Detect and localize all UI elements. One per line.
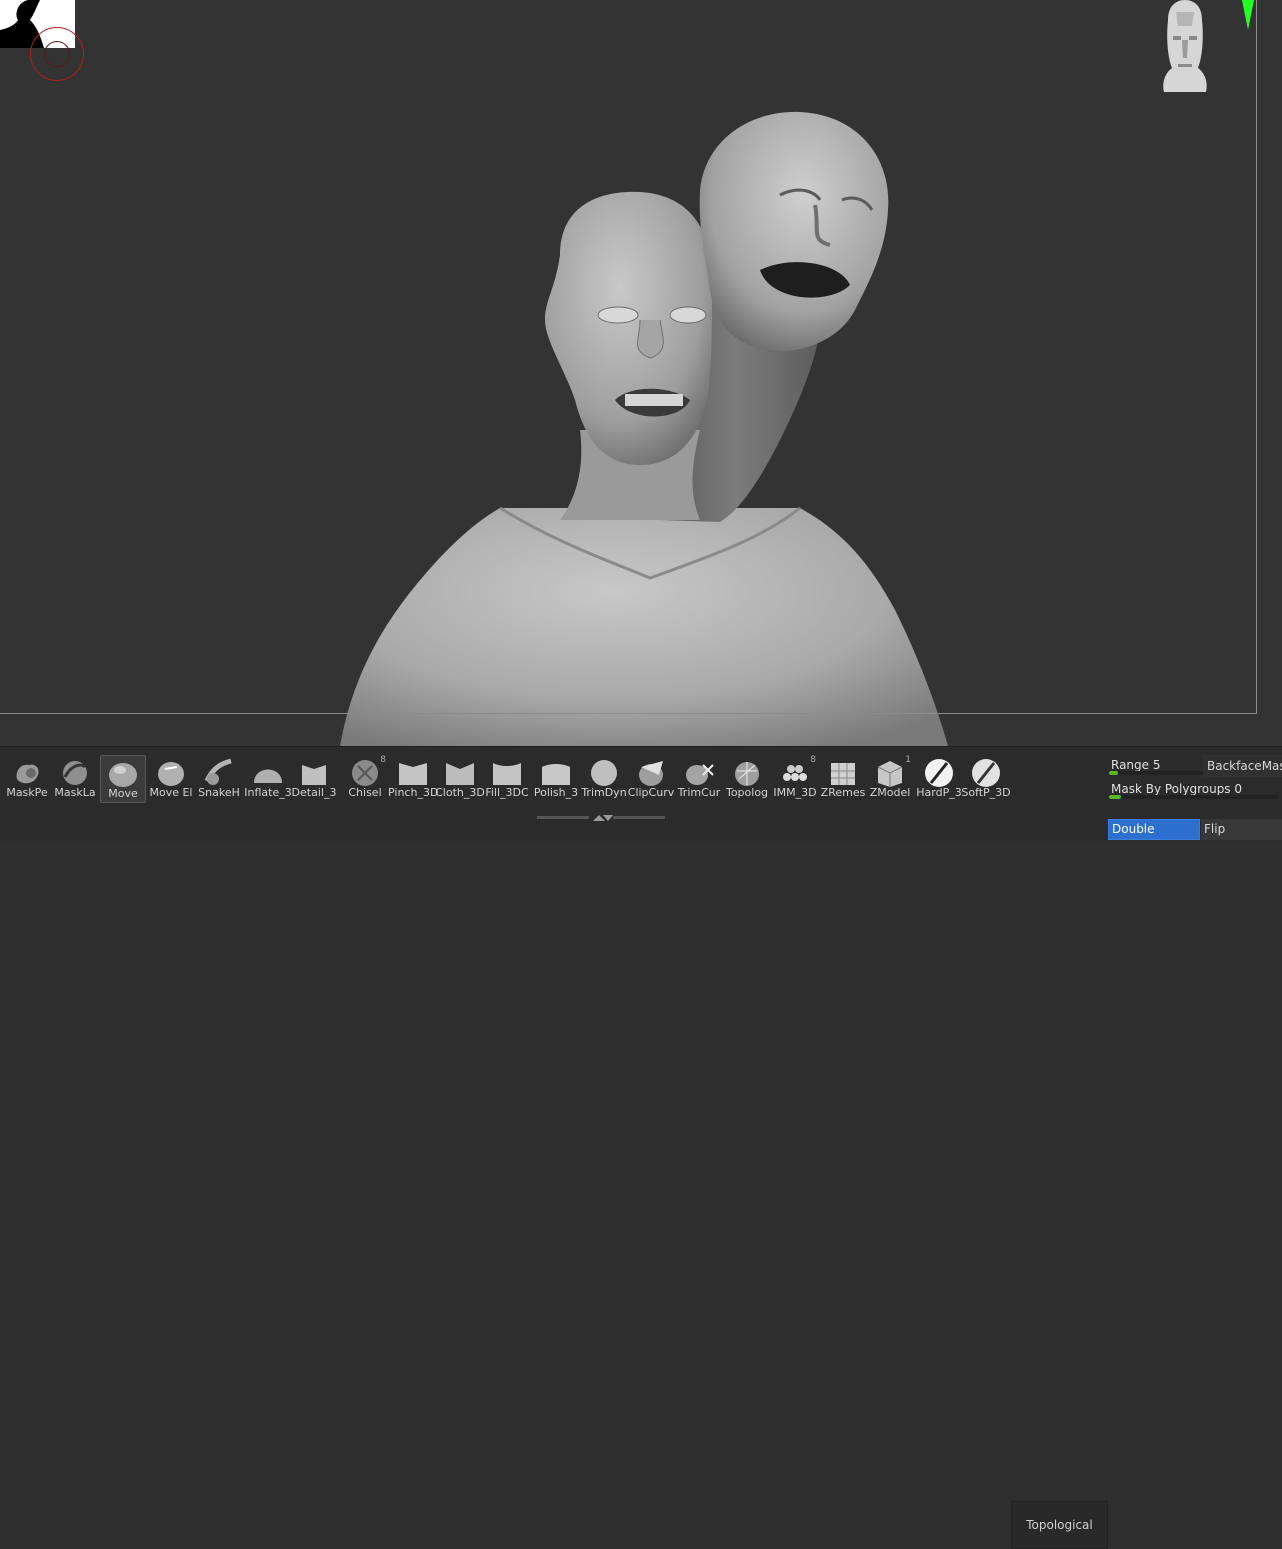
brush-polish[interactable]: Polish_3 — [533, 755, 579, 803]
detail-icon — [291, 757, 337, 789]
mask-by-polygroups-fill — [1109, 795, 1121, 799]
hard-polish-icon — [916, 757, 962, 789]
soft-polish-icon — [963, 757, 1009, 789]
mask-pen-icon — [4, 757, 50, 789]
pinch-icon — [390, 757, 436, 789]
brush-label: Topolog — [725, 786, 769, 799]
brush-label: Chisel — [348, 786, 382, 799]
clip-curve-icon — [628, 757, 674, 789]
flip-button[interactable]: Flip — [1201, 819, 1282, 840]
first-head — [545, 191, 713, 465]
brush-inflate[interactable]: Inflate_3 — [244, 755, 292, 803]
brush-detail[interactable]: Detail_3 — [291, 755, 337, 803]
brush-label: TrimDyn — [581, 786, 627, 799]
mask-by-polygroups-value: 0 — [1234, 782, 1243, 796]
double-label: Double — [1112, 822, 1155, 836]
brush-mask-pen[interactable]: MaskPe — [4, 755, 50, 803]
brush-label: Cloth_3D — [435, 786, 485, 799]
trim-dynamic-icon — [581, 757, 627, 789]
brush-snake-hook[interactable]: SnakeH — [196, 755, 242, 803]
torso — [340, 508, 948, 746]
brush-shelf: MaskPe MaskLa Move Move El SnakeH Inflate_3 De… — [0, 746, 1282, 1549]
cloth-icon — [437, 757, 483, 789]
brush-label: HardP_3 — [916, 786, 962, 799]
topological-toggle[interactable]: Topological — [1011, 1501, 1108, 1549]
mask-by-polygroups-slider-label: Mask By Polygroups 0 — [1111, 782, 1242, 796]
brush-label: SoftP_3D — [961, 786, 1011, 799]
brush-label: Detail_3 — [291, 786, 337, 799]
brush-label: SnakeH — [198, 786, 240, 799]
polish-icon — [533, 757, 579, 789]
brush-count: 1 — [905, 755, 911, 765]
brush-cursor-ring — [30, 27, 84, 81]
mask-by-polygroups-slider[interactable]: Mask By Polygroups 0 — [1109, 780, 1279, 800]
brush-label: Fill_3DC — [485, 786, 529, 799]
topology-icon — [724, 757, 770, 789]
brush-label: MaskLa — [54, 786, 96, 799]
inflate-icon — [245, 757, 291, 789]
head-orientation-icon[interactable] — [1160, 0, 1210, 96]
mask-by-polygroups-track[interactable] — [1109, 795, 1279, 799]
mask-lasso-icon — [52, 757, 98, 789]
brush-imm[interactable]: 8 IMM_3D — [772, 755, 818, 803]
brush-label: Inflate_3 — [244, 786, 292, 799]
second-head — [699, 111, 889, 351]
backface-mask-button[interactable]: BackfaceMas — [1203, 755, 1282, 777]
brush-mask-lasso[interactable]: MaskLa — [52, 755, 98, 803]
brush-label: ZRemes — [820, 786, 866, 799]
brush-pinch[interactable]: Pinch_3D — [388, 755, 438, 803]
brush-cloth[interactable]: Cloth_3D — [435, 755, 485, 803]
brush-zmodeler[interactable]: 1 ZModel — [867, 755, 913, 803]
brush-move-elastic[interactable]: Move El — [148, 755, 194, 803]
brush-label: Pinch_3D — [388, 786, 438, 799]
brush-label: Polish_3 — [533, 786, 579, 799]
snake-hook-icon — [196, 757, 242, 789]
range-slider-fill — [1109, 771, 1119, 775]
brush-label: Move El — [149, 786, 193, 799]
brush-label: MaskPe — [6, 786, 48, 799]
brush-fill[interactable]: Fill_3DC — [484, 755, 530, 803]
trim-curve-icon — [676, 757, 722, 789]
brush-trim-curve[interactable]: TrimCur — [676, 755, 722, 803]
range-value: 5 — [1152, 758, 1161, 772]
brush-chisel[interactable]: 8 Chisel — [342, 755, 388, 803]
fill-icon — [484, 757, 530, 789]
zremesher-icon — [820, 757, 866, 789]
mask-by-polygroups-label: Mask By Polygroups — [1111, 782, 1231, 796]
brush-label: ClipCurv — [627, 786, 675, 799]
brush-clip-curve[interactable]: ClipCurv — [628, 755, 674, 803]
shelf-resize-arrows-icon[interactable] — [537, 807, 665, 821]
brush-topology[interactable]: Topolog — [724, 755, 770, 803]
brush-label: TrimCur — [677, 786, 721, 799]
move-elastic-icon — [148, 757, 194, 789]
sculpt-model[interactable] — [0, 0, 1282, 746]
range-slider[interactable]: Range 5 — [1109, 756, 1203, 776]
brush-count: 8 — [380, 755, 386, 765]
backface-mask-label: BackfaceMas — [1207, 759, 1282, 773]
brush-label: IMM_3D — [773, 786, 817, 799]
brush-zremesher[interactable]: ZRemes — [820, 755, 866, 803]
topological-label: Topological — [1026, 1518, 1093, 1532]
range-slider-label: Range 5 — [1111, 758, 1161, 772]
brush-count: 8 — [810, 755, 816, 765]
viewport-canvas[interactable] — [0, 0, 1282, 746]
double-button[interactable]: Double — [1108, 819, 1200, 840]
move-brush-icon — [101, 758, 145, 790]
brush-hard-polish[interactable]: HardP_3 — [916, 755, 962, 803]
brush-label: ZModel — [869, 786, 911, 799]
range-slider-track[interactable] — [1109, 771, 1203, 775]
y-axis-arrow-icon[interactable] — [1240, 0, 1256, 36]
range-label: Range — [1111, 758, 1150, 772]
brush-trim-dynamic[interactable]: TrimDyn — [581, 755, 627, 803]
brush-label: Move — [108, 787, 138, 800]
flip-label: Flip — [1204, 822, 1226, 836]
brush-soft-polish[interactable]: SoftP_3D — [961, 755, 1011, 803]
brush-move-brush[interactable]: Move — [100, 755, 146, 803]
